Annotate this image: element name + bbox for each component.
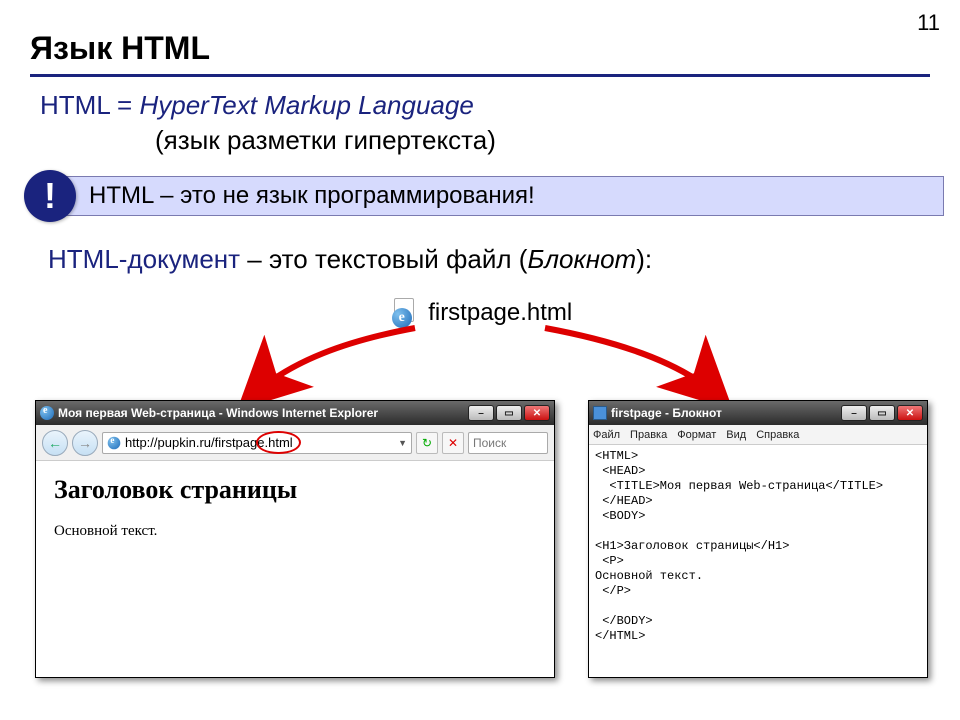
menu-view[interactable]: Вид (726, 429, 746, 441)
title-rule (30, 74, 930, 77)
docline-term: HTML-документ (48, 244, 240, 274)
url-prefix: http://pupkin.ru/firstpage (125, 435, 264, 450)
notepad-titlebar: firstpage - Блокнот – ▭ ✕ (589, 401, 927, 425)
notepad-content[interactable]: <HTML> <HEAD> <TITLE>Моя первая Web-стра… (589, 445, 927, 648)
forward-button[interactable]: → (72, 430, 98, 456)
url-highlight: .html (264, 435, 292, 450)
minimize-button[interactable]: – (841, 405, 867, 421)
exclamation-icon: ! (24, 170, 76, 222)
close-button[interactable]: ✕ (524, 405, 550, 421)
browser-content: Заголовок страницы Основной текст. (36, 461, 554, 554)
notepad-menubar: Файл Правка Формат Вид Справка (589, 425, 927, 445)
definition-prefix: HTML = (40, 90, 139, 120)
page-number: 11 (917, 10, 940, 36)
docline-italic: Блокнот (527, 244, 636, 274)
browser-toolbar: ← → http://pupkin.ru/firstpage.html ▼ ↻ … (36, 425, 554, 461)
close-button[interactable]: ✕ (897, 405, 923, 421)
menu-help[interactable]: Справка (756, 429, 799, 441)
callout-text: HTML – это не язык программирования! (50, 176, 944, 216)
minimize-button[interactable]: – (468, 405, 494, 421)
docline-suffix: ): (636, 244, 652, 274)
page-body: Основной текст. (54, 523, 536, 540)
notepad-icon (593, 406, 607, 420)
page-heading: Заголовок страницы (54, 475, 536, 505)
back-button[interactable]: ← (42, 430, 68, 456)
menu-file[interactable]: Файл (593, 429, 620, 441)
address-bar[interactable]: http://pupkin.ru/firstpage.html ▼ (102, 432, 412, 454)
menu-edit[interactable]: Правка (630, 429, 667, 441)
maximize-button[interactable]: ▭ (869, 405, 895, 421)
callout: ! HTML – это не язык программирования! (12, 172, 948, 218)
ie-file-icon (388, 298, 418, 328)
address-dropdown-icon[interactable]: ▼ (398, 438, 407, 448)
arrow-right (545, 328, 720, 398)
browser-window: Моя первая Web-страница - Windows Intern… (35, 400, 555, 678)
search-input[interactable]: Поиск (468, 432, 548, 454)
file-label: firstpage.html (428, 299, 572, 326)
docline-plain: – это текстовый файл ( (240, 244, 527, 274)
notepad-title: firstpage - Блокнот (611, 406, 722, 420)
definition-translation: (язык разметки гипертекста) (40, 123, 496, 158)
slide-title: Язык HTML (30, 30, 210, 67)
arrow-left (250, 328, 415, 398)
refresh-button[interactable]: ↻ (416, 432, 438, 454)
notepad-window: firstpage - Блокнот – ▭ ✕ Файл Правка Фо… (588, 400, 928, 678)
ie-icon (40, 406, 54, 420)
stop-button[interactable]: ✕ (442, 432, 464, 454)
menu-format[interactable]: Формат (677, 429, 716, 441)
browser-titlebar: Моя первая Web-страница - Windows Intern… (36, 401, 554, 425)
browser-title: Моя первая Web-страница - Windows Intern… (58, 406, 378, 420)
maximize-button[interactable]: ▭ (496, 405, 522, 421)
definition-block: HTML = HyperText Markup Language (язык р… (40, 88, 496, 158)
file-row: firstpage.html (0, 298, 960, 328)
definition-expansion: HyperText Markup Language (139, 90, 473, 120)
address-ie-icon (108, 436, 121, 449)
document-line: HTML-документ – это текстовый файл (Блок… (48, 244, 652, 275)
